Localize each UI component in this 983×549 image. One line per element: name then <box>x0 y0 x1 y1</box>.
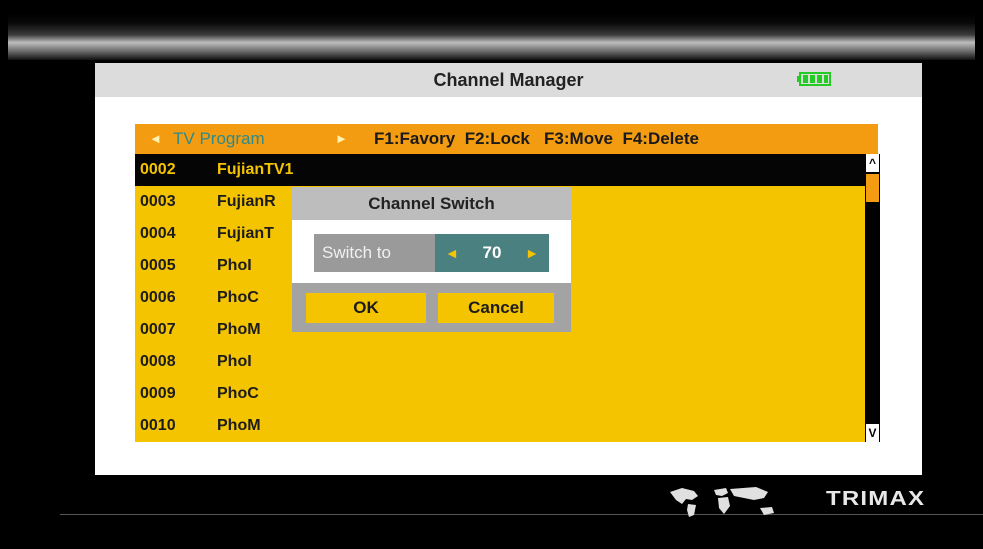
brand-logo: TRIMAX <box>826 488 926 510</box>
channel-row[interactable]: 0010 PhoM <box>135 410 865 442</box>
channel-number: 0009 <box>140 385 176 402</box>
window-title-bar: Channel Manager <box>95 63 922 97</box>
channel-list-scrollbar[interactable]: ^ V <box>865 154 880 442</box>
channel-number: 0007 <box>140 321 176 338</box>
ok-button[interactable]: OK <box>306 293 426 323</box>
increment-arrow-icon[interactable]: ► <box>525 234 539 272</box>
channel-number: 0006 <box>140 289 176 306</box>
scroll-up-icon[interactable]: ^ <box>866 154 879 172</box>
scrollbar-thumb[interactable] <box>866 174 879 202</box>
channel-number: 0004 <box>140 225 176 242</box>
channel-name: FujianR <box>217 193 276 210</box>
channel-name: PhoI <box>217 257 252 274</box>
cancel-button[interactable]: Cancel <box>438 293 554 323</box>
channel-name: FujianTV1 <box>217 161 294 178</box>
channel-name: PhoC <box>217 385 259 402</box>
channel-name: PhoM <box>217 417 261 434</box>
channel-manager-window: Channel Manager ◄ TV Program ► F1:Favory… <box>95 63 922 475</box>
world-map-icon <box>670 487 774 517</box>
channel-number: 0002 <box>140 161 176 178</box>
function-key-hints: F1:Favory F2:Lock F3:Move F4:Delete <box>374 129 699 148</box>
channel-row[interactable]: 0002 FujianTV1 <box>135 154 865 186</box>
channel-number: 0010 <box>140 417 176 434</box>
channel-number: 0003 <box>140 193 176 210</box>
switch-to-label: Switch to <box>314 234 435 272</box>
program-type-label[interactable]: TV Program <box>173 124 265 154</box>
channel-name: PhoC <box>217 289 259 306</box>
channel-switch-dialog: Channel Switch Switch to ◄ 70 ► OK Cance… <box>292 187 571 332</box>
channel-name: PhoI <box>217 353 252 370</box>
window-title: Channel Manager <box>433 70 584 90</box>
channel-name: FujianT <box>217 225 274 242</box>
program-tab-bar: ◄ TV Program ► F1:Favory F2:Lock F3:Move… <box>135 124 878 154</box>
footer-divider <box>60 514 983 515</box>
channel-row[interactable]: 0008 PhoI <box>135 346 865 378</box>
channel-number-selector[interactable]: ◄ 70 ► <box>435 234 549 272</box>
prev-list-arrow-icon[interactable]: ◄ <box>149 124 162 154</box>
top-bezel <box>8 14 975 60</box>
dialog-body: Switch to ◄ 70 ► <box>292 220 571 283</box>
battery-icon <box>797 72 831 86</box>
dialog-title: Channel Switch <box>292 187 571 220</box>
next-list-arrow-icon[interactable]: ► <box>335 124 348 154</box>
channel-row[interactable]: 0009 PhoC <box>135 378 865 410</box>
channel-number: 0005 <box>140 257 176 274</box>
channel-number: 0008 <box>140 353 176 370</box>
scroll-down-icon[interactable]: V <box>866 424 879 442</box>
channel-name: PhoM <box>217 321 261 338</box>
